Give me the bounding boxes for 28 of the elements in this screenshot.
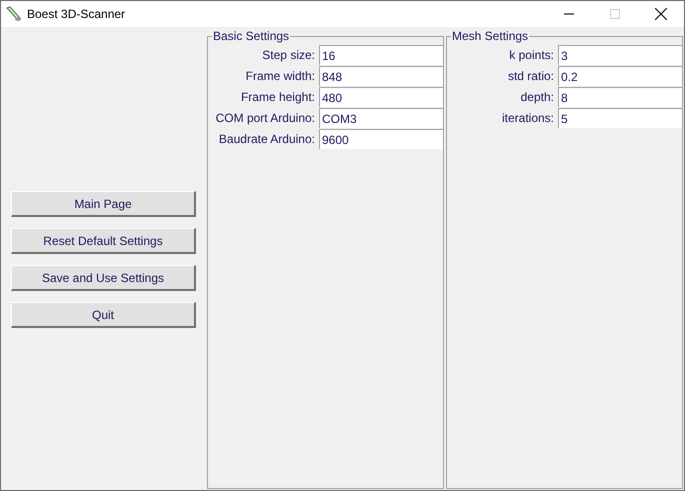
window-title: Boest 3D-Scanner	[27, 6, 126, 23]
frame-title: Mesh Settings	[451, 28, 530, 45]
input-field[interactable]: 0.2	[558, 66, 682, 86]
input-field[interactable]: 480	[319, 87, 443, 107]
field-label: k points:	[508, 47, 555, 64]
close-icon	[655, 8, 667, 20]
action-button[interactable]: Main Page	[11, 191, 196, 217]
field-label: COM port Arduino:	[214, 110, 316, 127]
input-field[interactable]: 8	[558, 87, 682, 107]
input-field[interactable]: 848	[319, 66, 443, 86]
field-label: iterations:	[500, 110, 555, 127]
action-button[interactable]: Save and Use Settings	[11, 265, 196, 291]
field-label: Baudrate Arduino:	[218, 131, 316, 148]
frame-title: Basic Settings	[212, 28, 290, 45]
input-field[interactable]: 16	[319, 45, 443, 65]
app-icon	[5, 5, 23, 23]
action-button[interactable]: Reset Default Settings	[11, 228, 196, 254]
input-field[interactable]: 9600	[319, 129, 443, 149]
field-label: Frame width:	[244, 68, 316, 85]
field-label: Step size:	[261, 47, 316, 64]
field-label: Frame height:	[240, 89, 316, 106]
input-field[interactable]: 5	[558, 108, 682, 128]
action-button[interactable]: Quit	[11, 302, 196, 328]
maximize-icon	[610, 9, 620, 19]
field-label: depth:	[520, 89, 555, 106]
field-label: std ratio:	[506, 68, 555, 85]
input-field[interactable]: COM3	[319, 108, 443, 128]
input-field[interactable]: 3	[558, 45, 682, 65]
